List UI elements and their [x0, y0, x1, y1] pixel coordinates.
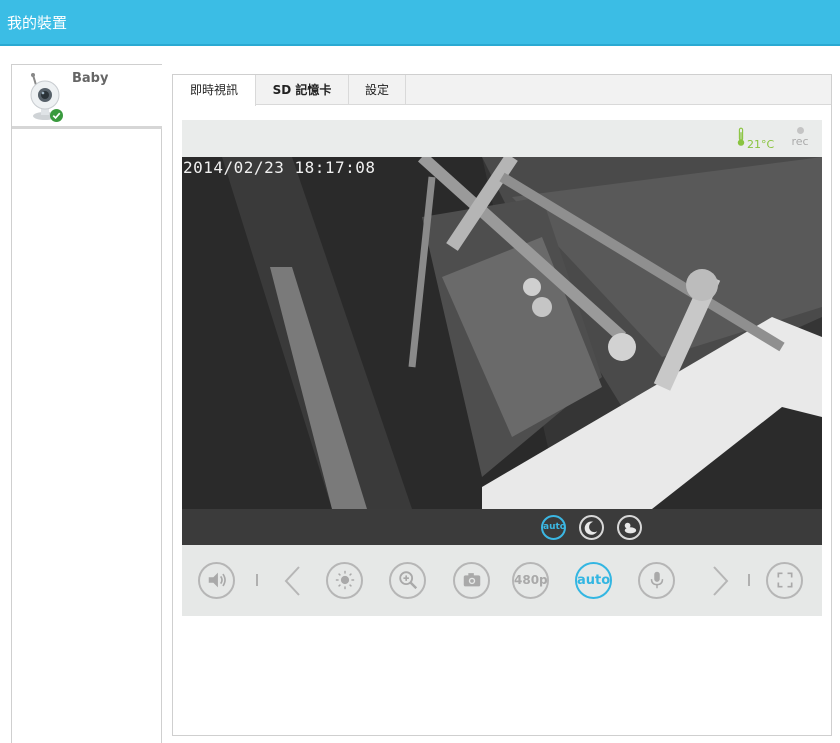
- tab-sd-card[interactable]: SD 記憶卡: [256, 75, 349, 105]
- separator: [748, 574, 750, 586]
- microphone-icon: [650, 571, 663, 589]
- auto-mode-control[interactable]: auto: [575, 562, 612, 599]
- temperature-value: 21°C: [747, 138, 775, 151]
- night-camera-image: [182, 157, 822, 509]
- moon-icon: [584, 521, 598, 535]
- volume-icon: [208, 572, 226, 588]
- brightness-button[interactable]: [326, 562, 363, 599]
- auto-mode-button[interactable]: auto: [541, 515, 566, 540]
- top-header: 我的裝置: [0, 0, 840, 46]
- control-bar: 480p auto: [182, 545, 822, 616]
- night-mode-button[interactable]: [579, 515, 604, 540]
- zoom-in-icon: [398, 571, 417, 590]
- camera-viewer: 21°C rec 2014/02/23 18:17:08 auto 480p a…: [182, 120, 822, 616]
- separator: [256, 574, 258, 586]
- microphone-button[interactable]: [638, 562, 675, 599]
- chevron-right-icon[interactable]: [709, 565, 731, 597]
- day-night-mode-button[interactable]: [617, 515, 642, 540]
- status-row: 21°C rec: [182, 120, 822, 157]
- tab-live-video[interactable]: 即時視訊: [173, 75, 256, 106]
- video-timestamp: 2014/02/23 18:17:08: [183, 158, 376, 177]
- record-indicator[interactable]: rec: [790, 127, 810, 148]
- device-card[interactable]: Baby: [12, 65, 162, 129]
- fullscreen-icon: [777, 572, 792, 588]
- brightness-icon: [335, 570, 354, 590]
- volume-button[interactable]: [198, 562, 235, 599]
- sun-cloud-icon: [624, 522, 637, 534]
- live-view-panel: 即時視訊 SD 記憶卡 設定 21°C rec 2014/02/23 18:17…: [172, 74, 832, 736]
- tab-settings[interactable]: 設定: [349, 75, 406, 105]
- thermometer-icon: [737, 127, 745, 146]
- record-dot-icon: [796, 127, 804, 134]
- snapshot-button[interactable]: [453, 562, 490, 599]
- device-sidebar: Baby: [11, 64, 162, 743]
- video-feed[interactable]: 2014/02/23 18:17:08: [182, 157, 822, 509]
- resolution-button[interactable]: 480p: [512, 562, 549, 599]
- page-title: 我的裝置: [7, 14, 68, 32]
- record-label: rec: [791, 135, 809, 148]
- device-name: Baby: [72, 71, 108, 86]
- night-mode-bar: auto: [182, 509, 822, 545]
- online-check-icon: [50, 109, 63, 122]
- fullscreen-button[interactable]: [766, 562, 803, 599]
- chevron-left-icon[interactable]: [282, 565, 304, 597]
- camera-icon: [463, 573, 480, 587]
- tab-bar: 即時視訊 SD 記憶卡 設定: [173, 75, 831, 106]
- zoom-button[interactable]: [389, 562, 426, 599]
